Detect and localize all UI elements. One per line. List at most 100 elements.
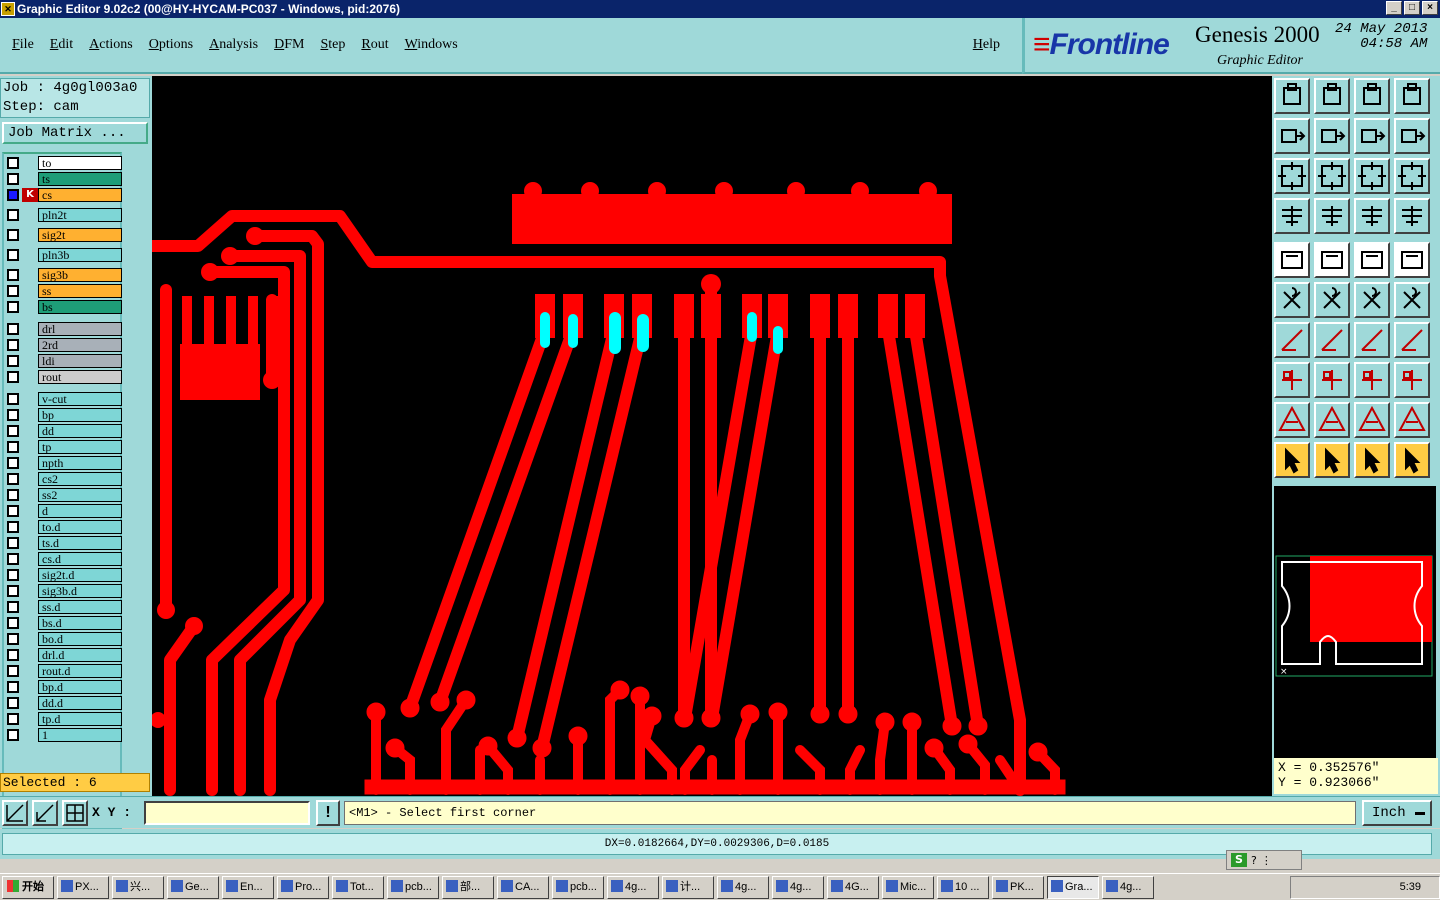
layer-row[interactable]: sig3b xyxy=(4,268,124,282)
layer-row[interactable]: ss2 xyxy=(4,488,124,502)
layer-checkbox[interactable] xyxy=(7,409,19,421)
layer-row[interactable]: rout.d xyxy=(4,664,124,678)
layer-row[interactable]: v-cut xyxy=(4,392,124,406)
layer-name[interactable]: to.d xyxy=(38,520,122,534)
layer-row[interactable]: pln3b xyxy=(4,248,124,262)
layer-row[interactable]: d xyxy=(4,504,124,518)
layer-checkbox[interactable] xyxy=(7,425,19,437)
layer-name[interactable]: drl.d xyxy=(38,648,122,662)
taskbar-task[interactable]: Mic... xyxy=(882,875,934,899)
menu-rout[interactable]: Rout xyxy=(353,37,396,53)
snap-line-button[interactable] xyxy=(1394,282,1430,318)
layer-checkbox[interactable] xyxy=(7,521,19,533)
menu-help[interactable]: Help xyxy=(965,37,1008,53)
minimap[interactable]: × xyxy=(1274,486,1436,758)
layer-name[interactable]: pln2t xyxy=(38,208,122,222)
triangle-a-button[interactable] xyxy=(1314,402,1350,438)
menu-edit[interactable]: Edit xyxy=(42,37,81,53)
layer-checkbox[interactable] xyxy=(7,209,19,221)
layer-name[interactable]: sig3b.d xyxy=(38,584,122,598)
layer-row[interactable]: ts.d xyxy=(4,536,124,550)
exclamation-button[interactable]: ! xyxy=(316,800,340,826)
layer-name[interactable]: sig2t.d xyxy=(38,568,122,582)
zoom-prev-button[interactable] xyxy=(1274,118,1310,154)
layer-name[interactable]: to xyxy=(38,156,122,170)
layer-checkbox[interactable] xyxy=(7,665,19,677)
layer-row[interactable]: npth xyxy=(4,456,124,470)
layer-name[interactable]: ldi xyxy=(38,354,122,368)
layer-name[interactable]: cs.d xyxy=(38,552,122,566)
taskbar-task[interactable]: 兴... xyxy=(112,875,164,899)
layer-checkbox[interactable] xyxy=(7,173,19,185)
layer-checkbox[interactable] xyxy=(7,569,19,581)
layer-name[interactable]: ts xyxy=(38,172,122,186)
window-button[interactable] xyxy=(1394,78,1430,114)
xy-input[interactable] xyxy=(144,801,310,825)
layer-name[interactable]: d xyxy=(38,504,122,518)
layer-row[interactable]: to xyxy=(4,156,124,170)
layer-checkbox[interactable] xyxy=(7,537,19,549)
layer-row[interactable]: sig2t.d xyxy=(4,568,124,582)
layer-name[interactable]: drl xyxy=(38,322,122,336)
move-button[interactable] xyxy=(1274,362,1310,398)
layer-name[interactable]: bp.d xyxy=(38,680,122,694)
taskbar-task[interactable]: Gra... xyxy=(1047,875,1099,899)
close-button[interactable]: × xyxy=(1422,1,1438,15)
layer-row[interactable]: ss xyxy=(4,284,124,298)
menu-actions[interactable]: Actions xyxy=(81,37,141,53)
layer-checkbox[interactable] xyxy=(7,505,19,517)
taskbar-task[interactable]: Ge... xyxy=(167,875,219,899)
layer-checkbox[interactable] xyxy=(7,617,19,629)
taskbar-task[interactable]: 4g... xyxy=(607,875,659,899)
taskbar-task[interactable]: 4g... xyxy=(717,875,769,899)
measure-button[interactable] xyxy=(32,800,58,826)
connect-button[interactable] xyxy=(1274,282,1310,318)
select-pointer-button[interactable] xyxy=(1274,442,1310,478)
layer-name[interactable]: ss2 xyxy=(38,488,122,502)
layer-row[interactable]: bo.d xyxy=(4,632,124,646)
job-matrix-button[interactable]: Job Matrix ... xyxy=(2,122,148,144)
triangle-b-button[interactable] xyxy=(1354,402,1390,438)
taskbar-task[interactable]: En... xyxy=(222,875,274,899)
save-button[interactable] xyxy=(1314,78,1350,114)
layer-row[interactable]: rout xyxy=(4,370,124,384)
layer-name[interactable]: 1 xyxy=(38,728,122,742)
layer-row[interactable]: to.d xyxy=(4,520,124,534)
layer-checkbox[interactable] xyxy=(7,649,19,661)
snap-mode-button[interactable] xyxy=(2,800,28,826)
arc-button[interactable] xyxy=(1354,322,1390,358)
taskbar-task[interactable]: PX... xyxy=(57,875,109,899)
layer-name[interactable]: ss xyxy=(38,284,122,298)
layer-name[interactable]: dd xyxy=(38,424,122,438)
layer-row[interactable]: 2rd xyxy=(4,338,124,352)
units-select[interactable]: Inch xyxy=(1362,800,1432,826)
open-job-button[interactable] xyxy=(1274,78,1310,114)
ruler-button[interactable] xyxy=(1354,242,1390,278)
taskbar-task[interactable]: CA... xyxy=(497,875,549,899)
layer-checkbox[interactable] xyxy=(7,339,19,351)
layer-checkbox[interactable] xyxy=(7,157,19,169)
taskbar-task[interactable]: 4g... xyxy=(772,875,824,899)
layer-checkbox[interactable] xyxy=(7,729,19,741)
layer-row[interactable]: ss.d xyxy=(4,600,124,614)
layer-name[interactable]: npth xyxy=(38,456,122,470)
language-bar[interactable]: S ? ⋮ xyxy=(1226,850,1302,870)
layer-checkbox[interactable] xyxy=(7,601,19,613)
layer-checkbox[interactable] xyxy=(7,189,19,201)
camera-button[interactable] xyxy=(1274,242,1310,278)
layer-checkbox[interactable] xyxy=(7,633,19,645)
layer-row[interactable]: bp xyxy=(4,408,124,422)
layer-checkbox[interactable] xyxy=(7,473,19,485)
undo-button[interactable] xyxy=(1354,118,1390,154)
line-button[interactable] xyxy=(1274,322,1310,358)
circle-point-button[interactable] xyxy=(1394,242,1430,278)
layer-toggle-button[interactable] xyxy=(1354,198,1390,234)
taskbar-task[interactable]: 计... xyxy=(662,875,714,899)
layer-name[interactable]: bs.d xyxy=(38,616,122,630)
start-button[interactable]: 开始 xyxy=(2,875,54,899)
text-f-button[interactable] xyxy=(1394,322,1430,358)
redo-button[interactable] xyxy=(1394,118,1430,154)
layer-checkbox[interactable] xyxy=(7,393,19,405)
fit-profile-button[interactable] xyxy=(1314,158,1350,194)
fit-all-button[interactable] xyxy=(1274,158,1310,194)
